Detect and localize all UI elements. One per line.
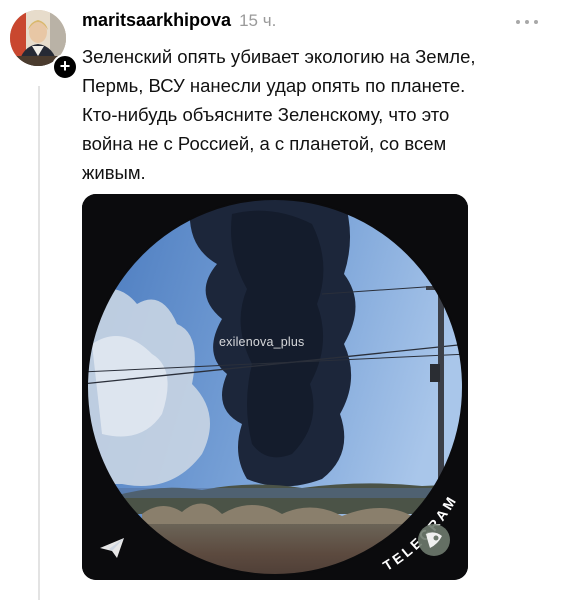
more-options-button[interactable] bbox=[510, 10, 544, 34]
username[interactable]: maritsaarkhipova bbox=[82, 10, 231, 31]
round-video-sticker-icon bbox=[418, 524, 450, 556]
thread-line bbox=[38, 86, 40, 600]
follow-button[interactable]: + bbox=[52, 54, 78, 80]
post-text: Зеленский опять убивает экологию на Земл… bbox=[82, 42, 552, 187]
more-horizontal-icon bbox=[516, 20, 538, 24]
video-frame: TELEGRAM bbox=[82, 194, 468, 580]
plus-icon: + bbox=[59, 56, 71, 76]
post-media-video[interactable]: TELEGRAM exilenova_plus bbox=[82, 194, 468, 580]
timestamp: 15 ч. bbox=[239, 11, 277, 30]
thread-post: + maritsaarkhipova 15 ч. Зеленский опять… bbox=[0, 0, 565, 600]
post-text-line: Пермь, ВСУ нанесли удар опять по планете… bbox=[82, 75, 466, 96]
video-watermark: exilenova_plus bbox=[219, 335, 305, 349]
post-text-line: война не с Россией, а с планетой, со все… bbox=[82, 133, 447, 154]
post-text-line: живым. bbox=[82, 162, 146, 183]
post-text-line: Кто-нибудь объясните Зеленскому, что это bbox=[82, 104, 450, 125]
post-header: maritsaarkhipova 15 ч. bbox=[82, 10, 276, 34]
post-text-line: Зеленский опять убивает экологию на Земл… bbox=[82, 46, 476, 67]
